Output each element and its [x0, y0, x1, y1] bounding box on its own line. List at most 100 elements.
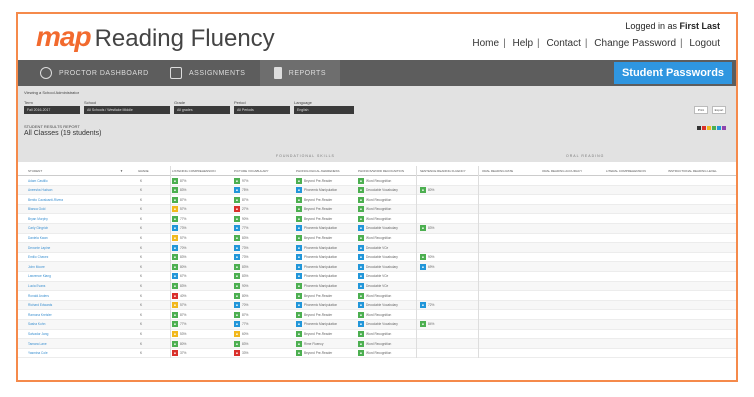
cell-value: 90%: [242, 284, 249, 289]
student-name-link[interactable]: Yasmina Cole: [28, 350, 48, 357]
cell-value: 57%: [180, 236, 187, 241]
status-badge: ■: [234, 254, 240, 261]
phonics-cell: ■ Decodable Vocabulary: [358, 187, 398, 194]
cell-value: 83%: [242, 341, 249, 346]
student-name-link[interactable]: Tamara Lane: [28, 340, 47, 347]
sort-icon[interactable]: ▼: [120, 169, 123, 173]
student-name-link[interactable]: Lawrence Kiang: [28, 273, 51, 280]
student-name-link[interactable]: Carly Gingrich: [28, 225, 48, 232]
status-badge: ■: [296, 244, 302, 251]
home-link[interactable]: Home: [472, 38, 499, 49]
grade-cell: K: [140, 245, 143, 250]
app-logo[interactable]: map Reading Fluency: [36, 22, 275, 54]
status-badge: ■: [358, 283, 364, 290]
nav-proctor-dashboard[interactable]: PROCTOR DASHBOARD: [32, 60, 157, 86]
school-select[interactable]: All Schools / Westlake Middle: [84, 106, 170, 114]
logout-link[interactable]: Logout: [689, 38, 720, 49]
student-name-link[interactable]: Bianca Gold: [28, 206, 45, 213]
status-badge: ■: [234, 311, 240, 318]
cell-value: Beyond Pre-Reader: [304, 207, 333, 212]
vocabulary-cell: ■ 87%: [234, 196, 248, 203]
table-row: Lawrence Kiang K ■ 67% ■ 83% ■ Phonemic Manipul…: [18, 272, 736, 282]
oral-reading-label: ORAL READING: [566, 154, 605, 158]
cell-value: 70%: [242, 303, 249, 308]
vocabulary-cell: ■ 73%: [234, 254, 248, 261]
cell-value: 84%: [428, 322, 435, 327]
change-password-link[interactable]: Change Password: [594, 38, 676, 49]
student-name-link[interactable]: Devonte Lapine: [28, 244, 50, 251]
print-button[interactable]: Print: [694, 106, 708, 114]
cell-value: 57%: [180, 207, 187, 212]
table-row: Yasmina Cole K ■ 37% ■ 33% ■ Beyond Pre-Reader ■…: [18, 349, 736, 359]
filter-label-grade: Grade: [174, 100, 186, 105]
student-name-link[interactable]: Ramona Kreisler: [28, 311, 52, 318]
nav-reports[interactable]: REPORTS: [260, 60, 340, 86]
table-row: Adam Castillo K ■ 87% ■ 97% ■ Beyond Pre-Reader…: [18, 176, 736, 186]
cell-value: Decodable Vocabulary: [366, 322, 398, 327]
student-name-link[interactable]: Salvador Jang: [28, 331, 48, 338]
student-name-link[interactable]: Benito Cavalcanti-Rivera: [28, 196, 63, 203]
phonological-cell: ■ Beyond Pre-Reader: [296, 235, 332, 242]
cell-value: Phonemic Manipulation: [304, 303, 338, 308]
listening-cell: ■ 53%: [172, 331, 186, 338]
term-select[interactable]: Fall 2016-2017: [24, 106, 80, 114]
cell-value: 77%: [180, 322, 187, 327]
status-badge: ■: [296, 225, 302, 232]
status-badge: ■: [234, 177, 240, 184]
col-vocabulary: PICTURE VOCABULARY: [234, 169, 269, 173]
help-link[interactable]: Help: [512, 38, 533, 49]
status-badge: ■: [296, 321, 302, 328]
student-name-link[interactable]: Richard Edwards: [28, 302, 52, 309]
language-select[interactable]: English: [294, 106, 354, 114]
period-select[interactable]: All Periods: [234, 106, 290, 114]
student-name-link[interactable]: Sasha Kuhn: [28, 321, 45, 328]
export-button[interactable]: Export: [712, 106, 726, 114]
nav-label: REPORTS: [288, 69, 326, 77]
logo-map: map: [36, 21, 92, 52]
table-row: Devonte Lapine K ■ 70% ■ 73% ■ Phonemic Manipul…: [18, 243, 736, 253]
student-name-link[interactable]: Adam Castillo: [28, 177, 48, 184]
student-name-link[interactable]: Emilio Chavez: [28, 254, 48, 261]
reports-icon: [274, 67, 282, 79]
status-badge: ■: [296, 215, 302, 222]
nav-assignments[interactable]: ASSIGNMENTS: [162, 60, 253, 86]
cell-value: Word Recognition: [366, 312, 392, 317]
student-name-link[interactable]: Lucia Evans: [28, 283, 45, 290]
student-name-link[interactable]: Daniela Kwan: [28, 235, 48, 242]
grade-cell: K: [140, 207, 143, 212]
cell-value: 77%: [242, 322, 249, 327]
table-row: Sasha Kuhn K ■ 77% ■ 77% ■ Phonemic Manipulatio…: [18, 319, 736, 330]
cell-value: Beyond Pre-Reader: [304, 178, 333, 183]
contact-link[interactable]: Contact: [546, 38, 580, 49]
col-reading-level: INSTRUCTIONAL READING LEVEL: [668, 169, 717, 173]
foundational-skills-label: FOUNDATIONAL SKILLS: [276, 154, 335, 158]
cell-value: 75%: [242, 188, 249, 193]
phonological-cell: ■ Beyond Pre-Reader: [296, 292, 332, 299]
logo-title: Reading Fluency: [94, 25, 275, 52]
cell-value: Beyond Pre-Reader: [304, 312, 333, 317]
cell-value: 87%: [242, 197, 249, 202]
cell-value: Beyond Pre-Reader: [304, 197, 333, 202]
table-row: John Moore K ■ 80% ■ 83% ■ Phonemic Manipulatio…: [18, 262, 736, 272]
vocabulary-cell: ■ 33%: [234, 350, 248, 357]
filter-panel: Viewing a School Administrator Term Scho…: [18, 86, 736, 162]
col-grade[interactable]: GRADE: [138, 169, 149, 173]
status-badge: ■: [358, 187, 364, 194]
col-student[interactable]: STUDENT: [28, 169, 42, 173]
table-row: Salvador Jang K ■ 53% ■ 60% ■ Beyond Pre-Reader…: [18, 330, 736, 340]
vocabulary-cell: ■ 83%: [234, 263, 248, 270]
student-passwords-button[interactable]: Student Passwords: [614, 62, 732, 84]
grade-select[interactable]: All grades: [174, 106, 230, 114]
legend-swatch: [712, 126, 716, 130]
cell-value: Phonemic Manipulation: [304, 284, 338, 289]
table-row: Carly Gingrich K ■ 73% ■ 77% ■ Phonemic Manipul…: [18, 223, 736, 234]
listening-cell: ■ 37%: [172, 350, 186, 357]
sentence-fluency-cell: ■ 84%: [420, 321, 434, 328]
cell-value: 97%: [242, 178, 249, 183]
table-row: Bryan Murphy K ■ 77% ■ 90% ■ Beyond Pre-Reader ■…: [18, 214, 736, 224]
student-name-link[interactable]: John Moore: [28, 263, 45, 270]
student-name-link[interactable]: Ronald Anders: [28, 292, 49, 299]
student-name-link[interactable]: Aneesha Hudson: [28, 187, 52, 194]
status-badge: ■: [172, 187, 178, 194]
student-name-link[interactable]: Bryan Murphy: [28, 215, 48, 222]
